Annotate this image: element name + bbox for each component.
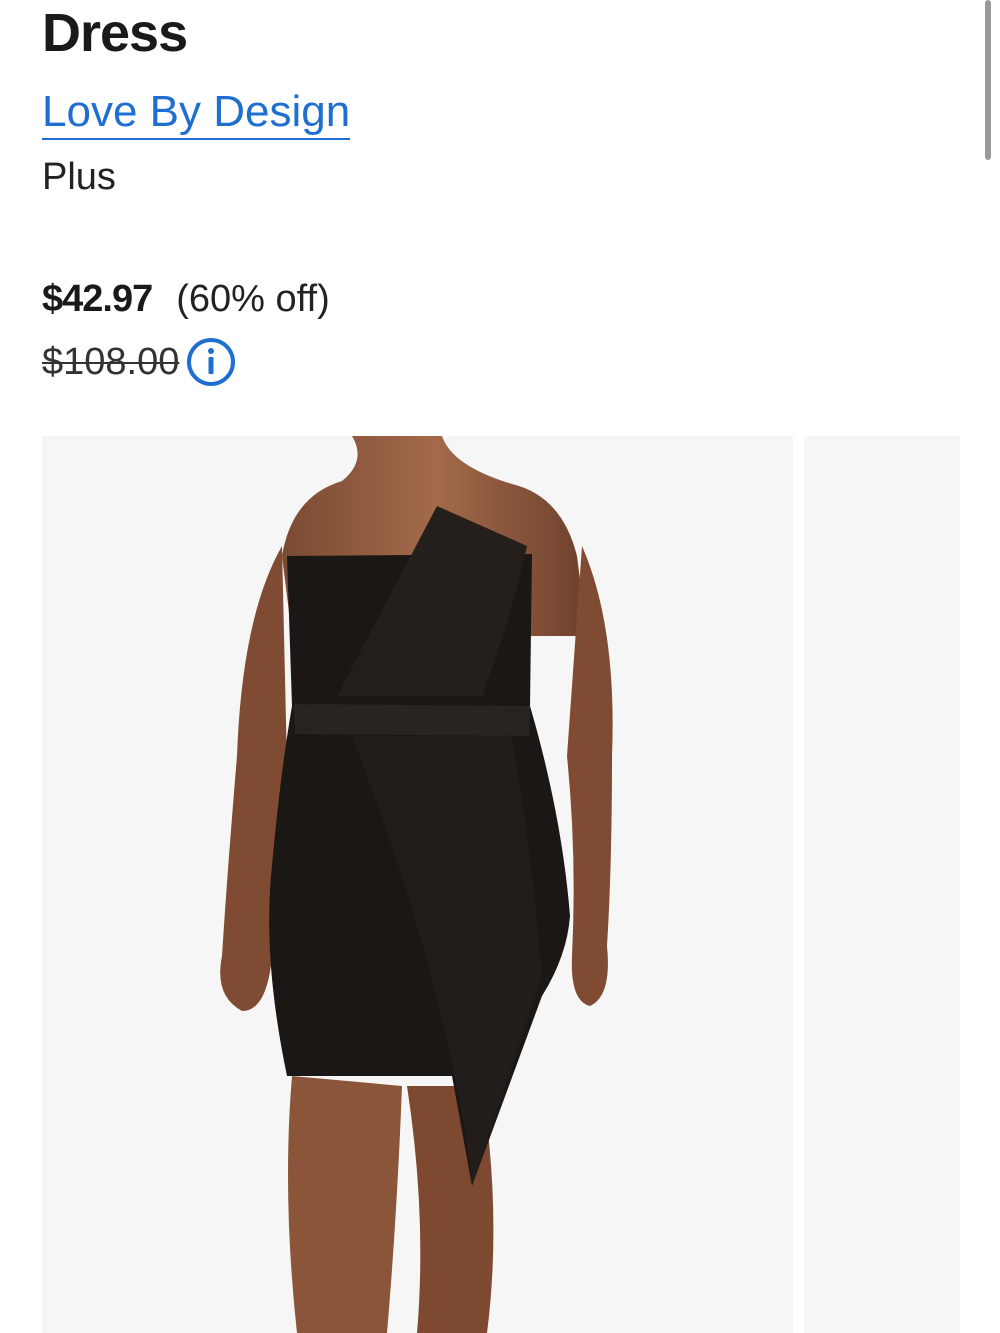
product-title: Dress [42,3,188,63]
brand-link[interactable]: Love By Design [42,86,351,140]
original-price: $108.00 [42,341,180,383]
product-photo-next[interactable] [804,436,960,1333]
info-circle-icon[interactable] [185,336,237,388]
size-category-label: Plus [42,156,116,198]
product-page: Dress Love By Design Plus $42.97 (60% of… [0,0,1000,1333]
original-price-row: $108.00 [42,336,237,388]
page-scrollbar[interactable] [985,0,991,160]
image-gallery[interactable] [42,436,1000,1333]
discount-label: (60% off) [176,278,330,320]
price-row: $42.97 (60% off) [42,276,330,322]
sale-price: $42.97 [42,278,153,320]
product-photo-front[interactable] [42,436,793,1333]
